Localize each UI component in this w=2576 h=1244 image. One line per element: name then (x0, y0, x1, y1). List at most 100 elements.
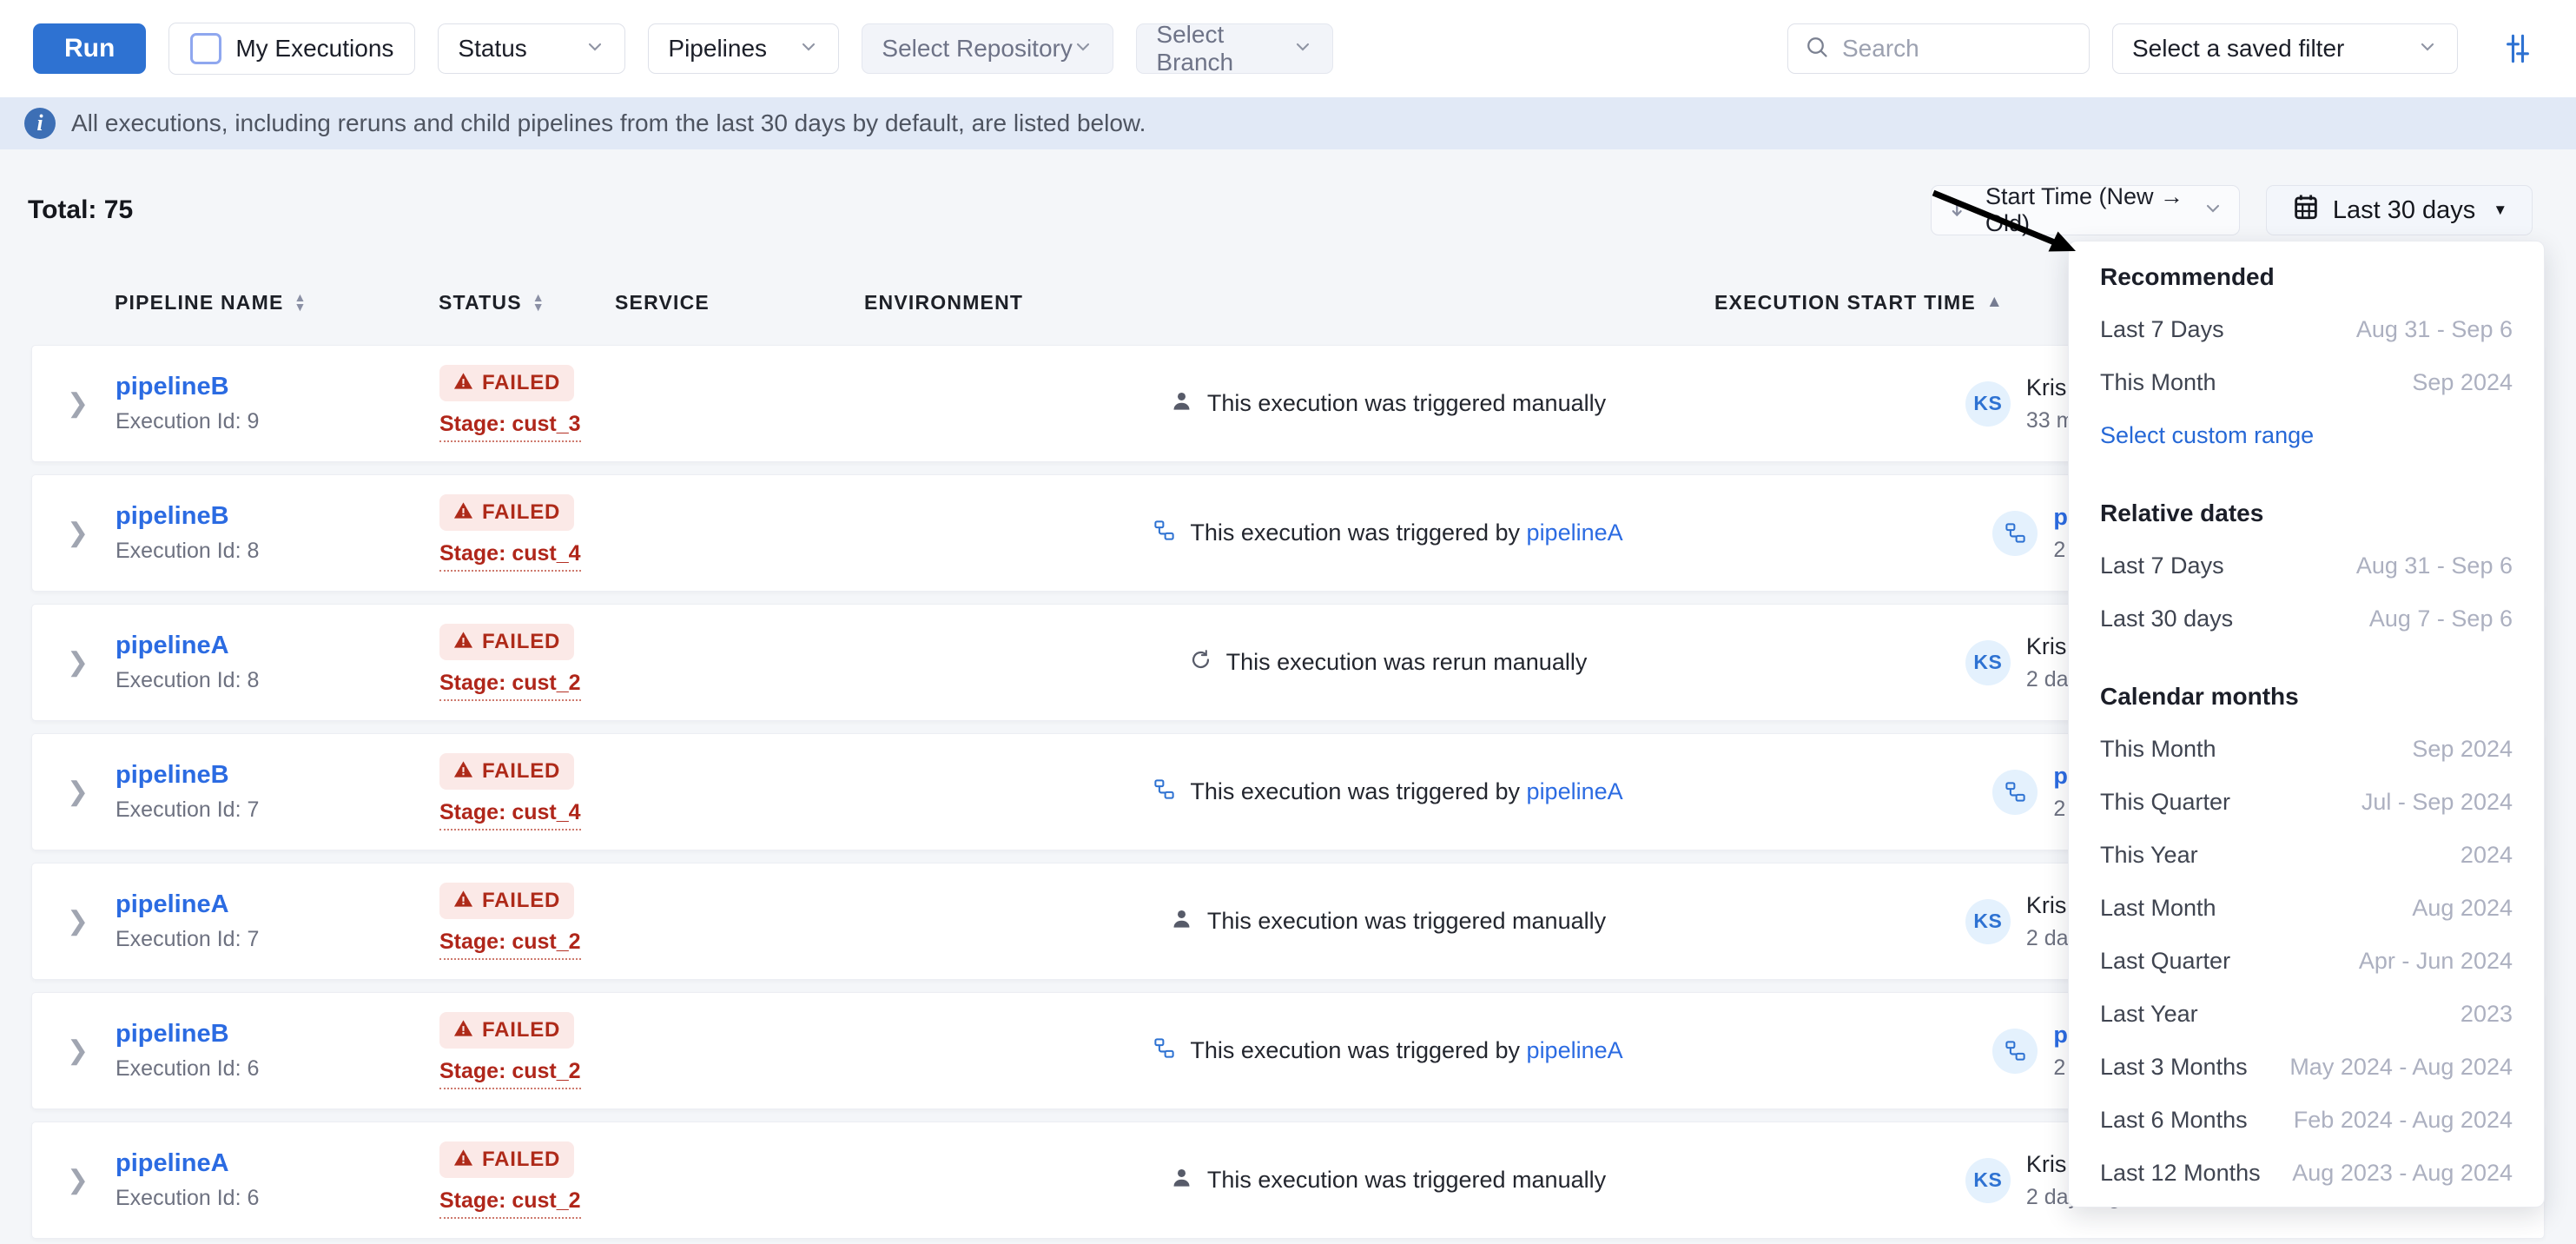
date-menu-item-label[interactable]: Last Quarter (2100, 948, 2230, 975)
date-menu-item-range: Apr - Jun 2024 (2359, 948, 2513, 975)
service-cell (616, 475, 865, 591)
failed-stage-link[interactable]: Stage: cust_2 (439, 671, 581, 701)
date-menu-item-range: May 2024 - Aug 2024 (2289, 1054, 2513, 1081)
status-label: FAILED (482, 371, 560, 395)
sort-dropdown-label: Start Time (New → Old) (1985, 183, 2190, 237)
header-environment: ENVIRONMENT (864, 291, 1060, 314)
date-menu-item-last-3-months[interactable]: Last 3 Months May 2024 - Aug 2024 (2069, 1041, 2544, 1094)
date-menu-section: Relative datesLast 7 DaysAug 31 - Sep 6L… (2069, 486, 2544, 645)
date-menu-item-this-month[interactable]: This MonthSep 2024 (2069, 356, 2544, 409)
row-expand-chevron[interactable]: ❯ (67, 518, 89, 548)
pipeline-name-link[interactable]: pipelineB (116, 1020, 229, 1049)
filter-settings-icon[interactable] (2498, 29, 2538, 69)
saved-filter-dropdown[interactable]: Select a saved filter (2112, 23, 2458, 74)
date-menu-item-label[interactable]: Last 6 Months (2100, 1107, 2248, 1134)
date-range-button[interactable]: Last 30 days ▼ (2266, 185, 2533, 235)
branch-filter-dropdown[interactable]: Select Branch (1136, 23, 1333, 74)
date-menu-item-select-custom-range[interactable]: Select custom range (2069, 409, 2544, 462)
date-menu-item-range: Aug 2023 - Aug 2024 (2292, 1160, 2513, 1187)
date-menu-item-range: Aug 31 - Sep 6 (2356, 316, 2513, 343)
sort-ascending-icon[interactable]: ▲ (1986, 293, 2004, 312)
trigger-text: This execution was triggered by pipeline… (1190, 1037, 1622, 1064)
date-menu-item-last-7-days[interactable]: Last 7 DaysAug 31 - Sep 6 (2069, 539, 2544, 592)
select-custom-range-link[interactable]: Select custom range (2100, 422, 2314, 449)
date-menu-item-last-7-days[interactable]: Last 7 Days Aug 31 - Sep 6 (2069, 303, 2544, 356)
search-input[interactable] (1840, 34, 2073, 63)
repository-filter-dropdown[interactable]: Select Repository (862, 23, 1113, 74)
date-menu-item-label[interactable]: Last 7 Days (2100, 553, 2224, 579)
failed-stage-link[interactable]: Stage: cust_2 (439, 1059, 581, 1089)
search-box[interactable] (1787, 23, 2090, 74)
date-menu-item-label[interactable]: This Month (2100, 369, 2216, 396)
trigger-pipeline-link[interactable]: pipelineA (1527, 1037, 1623, 1063)
trigger-text: This execution was triggered by pipeline… (1190, 778, 1622, 805)
pipeline-name-link[interactable]: pipelineB (116, 373, 229, 401)
trigger-pipeline-link[interactable]: pipelineA (1527, 519, 1623, 546)
header-pipeline-name[interactable]: PIPELINE NAME ▲▼ (115, 291, 439, 314)
sort-both-icon[interactable]: ▲▼ (532, 293, 545, 312)
service-cell (616, 346, 865, 461)
date-menu-item-label[interactable]: This Quarter (2100, 789, 2230, 816)
warning-icon (453, 759, 473, 784)
date-menu-item-this-year[interactable]: This Year2024 (2069, 829, 2544, 882)
date-menu-item-label[interactable]: Last 30 days (2100, 605, 2233, 632)
failed-stage-link[interactable]: Stage: cust_2 (439, 1188, 581, 1219)
pipelines-filter-dropdown[interactable]: Pipelines (648, 23, 839, 74)
date-menu-item-label[interactable]: Last Month (2100, 895, 2216, 922)
pipeline-name-link[interactable]: pipelineB (116, 502, 229, 531)
row-expand-chevron[interactable]: ❯ (67, 906, 89, 936)
date-menu-item-label[interactable]: Last 3 Months (2100, 1054, 2248, 1081)
sort-both-icon[interactable]: ▲▼ (294, 293, 307, 312)
sort-dropdown[interactable]: Start Time (New → Old) (1931, 185, 2240, 235)
date-menu-item-label[interactable]: This Year (2100, 842, 2198, 869)
pipeline-name-link[interactable]: pipelineA (116, 1149, 229, 1178)
status-label: FAILED (482, 759, 560, 784)
chevron-down-icon (798, 36, 819, 62)
pipeline-name-link[interactable]: pipelineA (116, 632, 229, 660)
date-menu-item-last-30-days[interactable]: Last 30 daysAug 7 - Sep 6 (2069, 592, 2544, 645)
environment-cell (865, 993, 1060, 1108)
trigger-text: This execution was triggered manually (1207, 908, 1606, 935)
my-executions-toggle[interactable]: My Executions (168, 23, 415, 75)
row-expand-chevron[interactable]: ❯ (67, 777, 89, 807)
date-menu-item-label[interactable]: Last 12 Months (2100, 1160, 2261, 1187)
trigger-text: This execution was rerun manually (1226, 649, 1588, 676)
person-icon (1170, 907, 1193, 936)
warning-icon (453, 371, 473, 395)
execution-id: Execution Id: 8 (116, 668, 439, 693)
run-button[interactable]: Run (33, 23, 146, 74)
pipeline-name-link[interactable]: pipelineB (116, 761, 229, 790)
row-expand-chevron[interactable]: ❯ (67, 1165, 89, 1195)
date-menu-item-last-6-months[interactable]: Last 6 MonthsFeb 2024 - Aug 2024 (2069, 1094, 2544, 1147)
chevron-down-icon (1073, 36, 1093, 62)
row-expand-chevron[interactable]: ❯ (67, 388, 89, 419)
row-expand-chevron[interactable]: ❯ (67, 647, 89, 678)
date-menu-item-label[interactable]: This Month (2100, 736, 2216, 763)
warning-icon (453, 630, 473, 654)
date-menu-item-label[interactable]: Last Year (2100, 1001, 2198, 1028)
failed-stage-link[interactable]: Stage: cust_4 (439, 800, 581, 830)
date-menu-item-label[interactable]: Last 7 Days (2100, 316, 2224, 343)
service-cell (616, 1122, 865, 1238)
date-menu-item-last-quarter[interactable]: Last Quarter Apr - Jun 2024 (2069, 935, 2544, 988)
failed-stage-link[interactable]: Stage: cust_2 (439, 930, 581, 960)
person-icon (1170, 389, 1193, 419)
user-avatar: KS (1965, 899, 2011, 944)
date-menu-item-last-12-months[interactable]: Last 12 Months Aug 2023 - Aug 2024 (2069, 1147, 2544, 1200)
failed-stage-link[interactable]: Stage: cust_3 (439, 412, 581, 442)
header-status[interactable]: STATUS ▲▼ (439, 291, 615, 314)
date-menu-item-this-quarter[interactable]: This QuarterJul - Sep 2024 (2069, 776, 2544, 829)
date-menu-item-last-month[interactable]: Last MonthAug 2024 (2069, 882, 2544, 935)
failed-stage-link[interactable]: Stage: cust_4 (439, 541, 581, 572)
date-menu-item-this-month[interactable]: This MonthSep 2024 (2069, 723, 2544, 776)
environment-cell (865, 605, 1060, 720)
info-icon: i (24, 108, 56, 139)
row-expand-chevron[interactable]: ❯ (67, 1036, 89, 1066)
pipeline-name-link[interactable]: pipelineA (116, 890, 229, 919)
status-filter-dropdown[interactable]: Status (438, 23, 625, 74)
date-menu-item-last-year[interactable]: Last Year2023 (2069, 988, 2544, 1041)
search-icon (1804, 34, 1830, 64)
trigger-pipeline-link[interactable]: pipelineA (1527, 778, 1623, 804)
my-executions-checkbox[interactable] (190, 33, 221, 64)
rerun-icon (1189, 648, 1212, 678)
